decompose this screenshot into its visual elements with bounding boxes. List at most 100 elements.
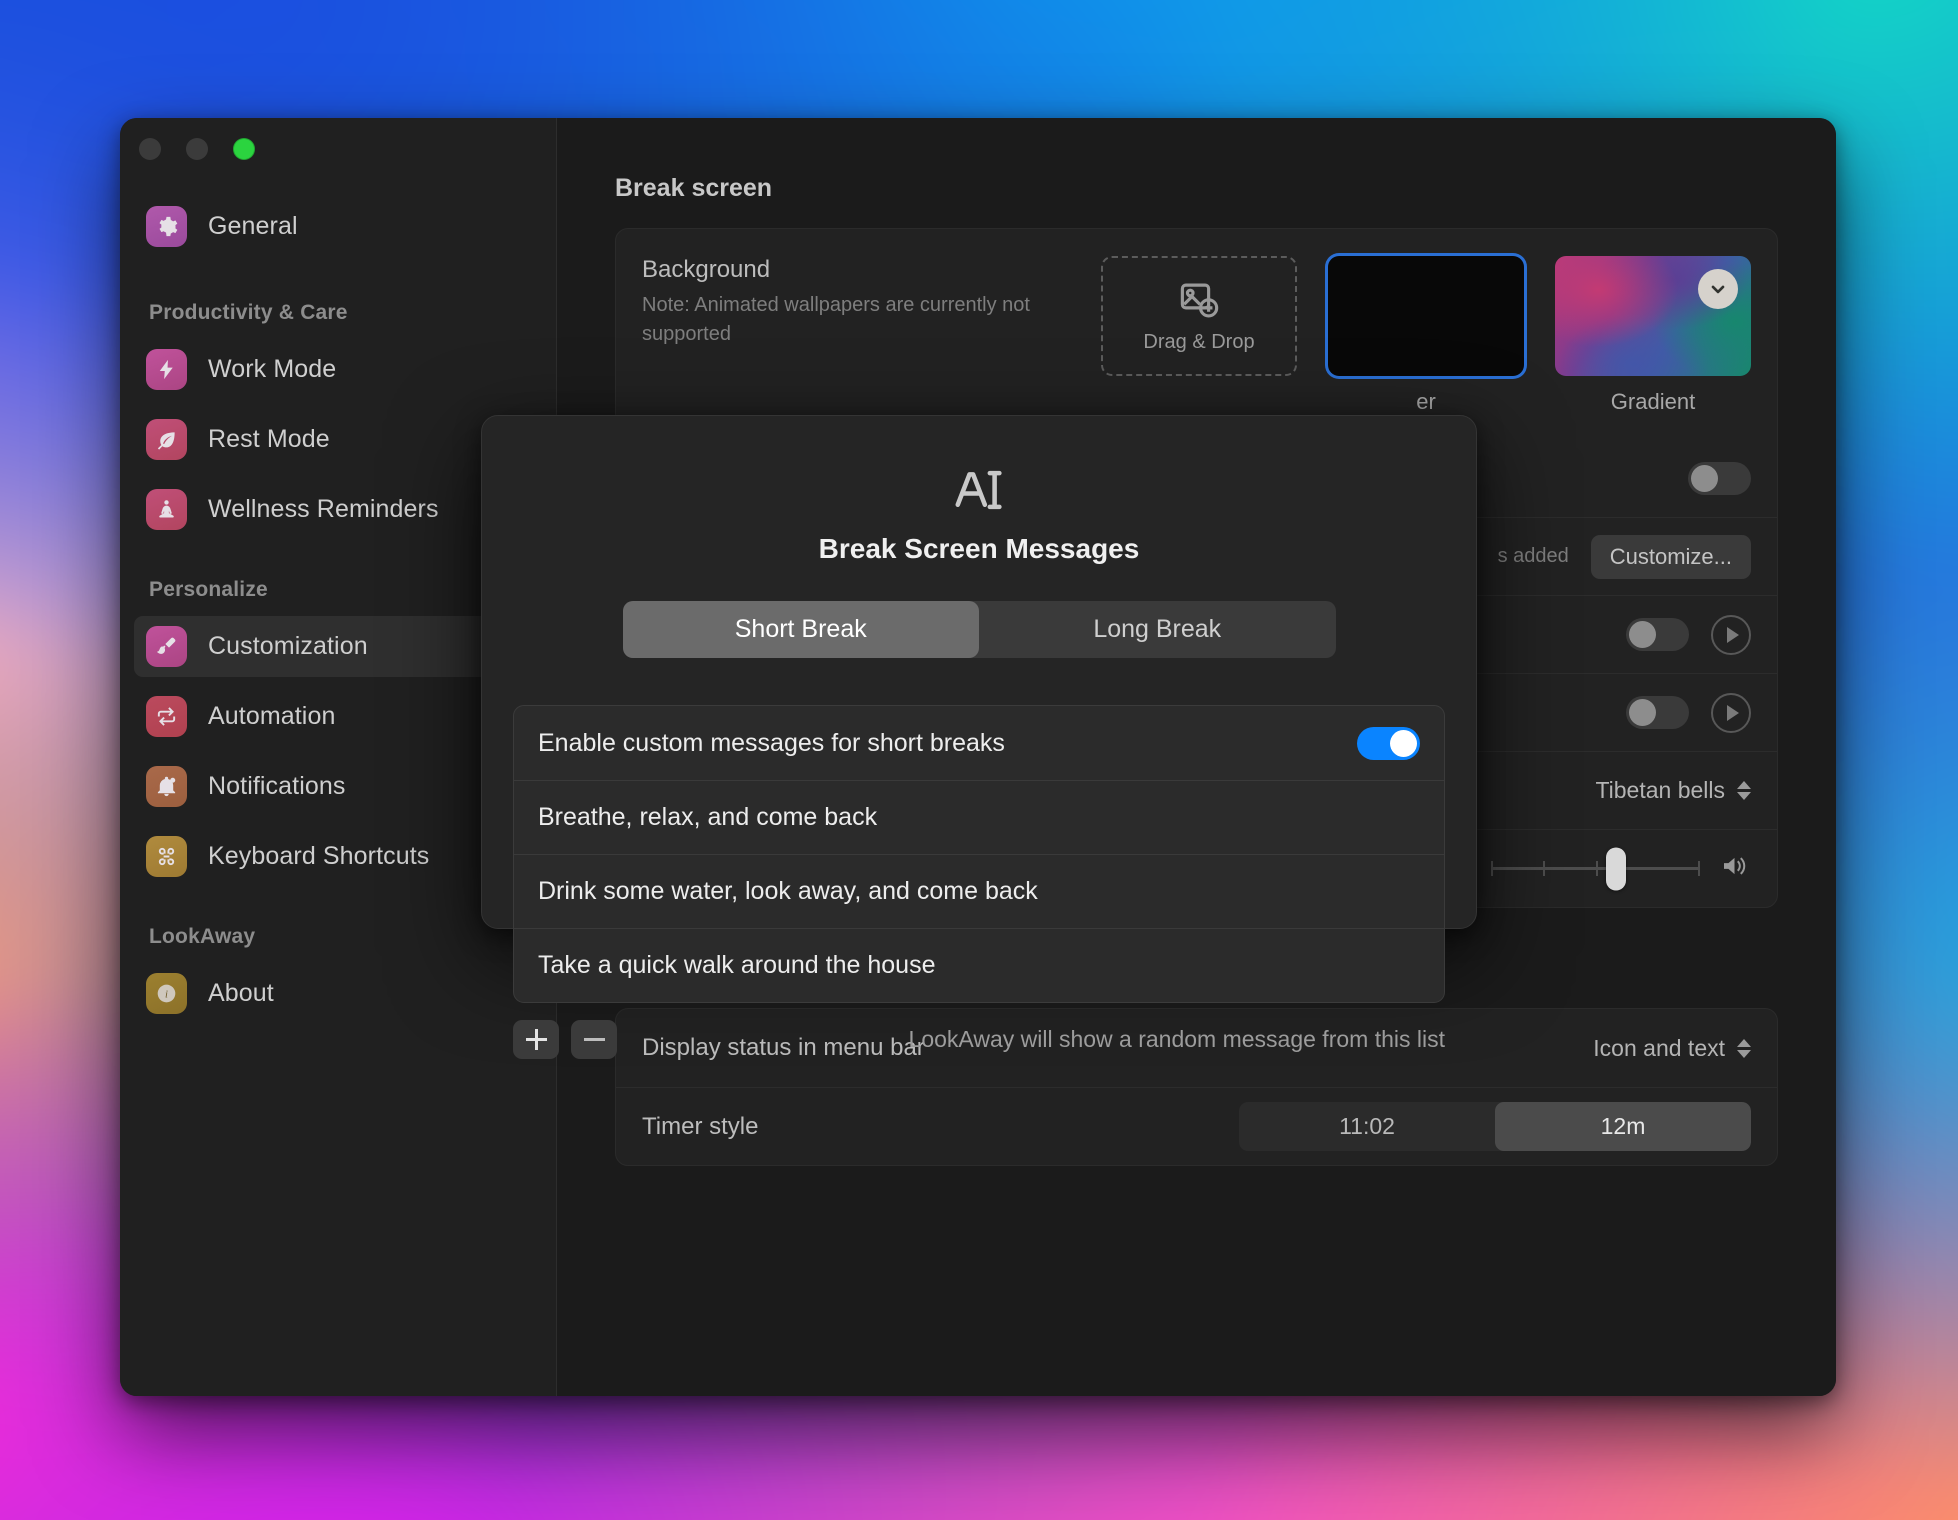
tab-long-break[interactable]: Long Break (979, 601, 1336, 658)
message-text: Drink some water, look away, and come ba… (538, 877, 1038, 905)
gradient-dropdown-button[interactable] (1698, 269, 1738, 309)
solid-thumbnail-label: er (1416, 389, 1436, 414)
timer-style-segmented-control: 11:02 12m (1239, 1102, 1751, 1151)
sound-toggle-2[interactable] (1626, 696, 1689, 729)
slider-track (1491, 847, 1700, 890)
command-icon (146, 836, 187, 877)
leaf-icon (146, 419, 187, 460)
sound-select[interactable]: Tibetan bells (1595, 777, 1751, 804)
customize-status-text: s added (1497, 545, 1569, 567)
timer-style-option-minutes[interactable]: 12m (1495, 1102, 1751, 1151)
remove-message-button[interactable] (571, 1020, 617, 1059)
sidebar-item-label: Work Mode (208, 355, 337, 383)
messages-list-card: Enable custom messages for short breaks … (513, 705, 1445, 1003)
background-label-group: Background Note: Animated wallpapers are… (642, 256, 1079, 349)
chevron-up-down-icon (1737, 1038, 1751, 1058)
sound-select-value: Tibetan bells (1595, 777, 1725, 803)
paintbrush-icon (146, 626, 187, 667)
list-item[interactable]: Take a quick walk around the house (514, 928, 1444, 1002)
timer-style-label: Timer style (642, 1112, 759, 1140)
gradient-thumbnail-label: Gradient (1610, 389, 1696, 414)
messages-hint: LookAway will show a random message from… (908, 1026, 1445, 1052)
customize-button[interactable]: Customize... (1590, 534, 1751, 579)
slider-tick (1697, 861, 1700, 876)
thumbnail-dropzone[interactable]: Drag & Drop (1101, 256, 1297, 376)
message-text: Breathe, relax, and come back (538, 803, 878, 831)
sidebar-item-label: Automation (208, 702, 336, 730)
solid-thumbnail[interactable] (1328, 256, 1524, 376)
svg-text:i: i (165, 990, 168, 1001)
sidebar-item-about[interactable]: i About (134, 963, 542, 1024)
sound-toggle-1[interactable] (1626, 618, 1689, 651)
sidebar-item-label: General (208, 212, 298, 240)
sidebar-item-general[interactable]: General (134, 196, 542, 257)
enable-custom-messages-row: Enable custom messages for short breaks (514, 706, 1444, 780)
sidebar-item-label: Wellness Reminders (208, 495, 439, 523)
plus-icon (525, 1029, 547, 1050)
play-icon[interactable] (1711, 692, 1751, 733)
figure-mind-body-icon (146, 489, 187, 530)
play-triangle (1727, 626, 1739, 643)
gear-icon (146, 206, 187, 247)
toggle-knob (1390, 729, 1417, 757)
display-status-select[interactable]: Icon and text (1593, 1035, 1751, 1062)
gradient-thumbnail[interactable] (1555, 256, 1751, 376)
maximize-window-button[interactable] (233, 138, 255, 160)
break-screen-messages-dialog: Break Screen Messages Short Break Long B… (481, 415, 1477, 1059)
enable-custom-messages-label: Enable custom messages for short breaks (538, 728, 1005, 757)
timer-style-row: Timer style 11:02 12m (616, 1087, 1777, 1165)
break-screen-option-toggle[interactable] (1688, 461, 1751, 495)
bell-icon (146, 766, 187, 807)
window-traffic-lights (139, 138, 255, 160)
modal-title: Break Screen Messages (818, 533, 1140, 564)
break-type-segmented-control: Short Break Long Break (622, 601, 1336, 658)
list-item[interactable]: Drink some water, look away, and come ba… (514, 854, 1444, 928)
photo-add-icon (1180, 283, 1219, 317)
info-icon: i (146, 973, 187, 1014)
character-cursor-ibeam-icon (955, 470, 1002, 510)
messages-footer: LookAway will show a random message from… (482, 1003, 1476, 1059)
minimize-window-button[interactable] (186, 138, 208, 160)
slider-knob[interactable] (1606, 847, 1627, 890)
repeat-icon (146, 696, 187, 737)
drag-drop-zone[interactable]: Drag & Drop (1101, 256, 1297, 376)
background-note: Note: Animated wallpapers are currently … (642, 294, 1030, 345)
slider-tick (1543, 861, 1546, 876)
sidebar-item-label: Notifications (208, 772, 346, 800)
sidebar-item-label: About (208, 979, 274, 1007)
drag-drop-label: Drag & Drop (1143, 330, 1255, 353)
sidebar-item-work-mode[interactable]: Work Mode (134, 339, 542, 400)
sidebar-heading-productivity: Productivity & Care (149, 301, 348, 324)
break-screen-section-title: Break screen (615, 174, 773, 202)
chevron-up-down-icon (1737, 781, 1751, 800)
toggle-knob (1691, 464, 1718, 492)
modal-header-icon-wrap (482, 416, 1476, 521)
enable-custom-messages-toggle[interactable] (1357, 726, 1420, 760)
tab-short-break[interactable]: Short Break (622, 601, 979, 658)
slider-tick (1491, 861, 1493, 876)
display-status-value: Icon and text (1593, 1034, 1725, 1061)
toggle-knob (1629, 699, 1656, 726)
sidebar-item-label: Customization (208, 632, 368, 660)
close-window-button[interactable] (139, 138, 161, 160)
chevron-down-icon (1711, 285, 1725, 294)
speaker-wave-icon (1718, 852, 1751, 885)
volume-slider[interactable] (1491, 847, 1751, 890)
play-icon[interactable] (1711, 614, 1751, 655)
sidebar-item-label: Rest Mode (208, 425, 330, 453)
thumbnail-solid[interactable]: er (1328, 256, 1524, 415)
timer-style-option-clock[interactable]: 11:02 (1239, 1102, 1495, 1151)
minus-icon (583, 1038, 605, 1041)
list-item[interactable]: Breathe, relax, and come back (514, 780, 1444, 854)
play-triangle (1727, 704, 1739, 721)
bolt-icon (146, 349, 187, 390)
toggle-knob (1629, 621, 1656, 648)
slider-tick (1595, 861, 1598, 876)
background-label: Background (642, 256, 771, 283)
sidebar-item-label: Keyboard Shortcuts (208, 842, 430, 870)
modal-tabs: Short Break Long Break (482, 601, 1476, 658)
add-message-button[interactable] (513, 1020, 559, 1059)
background-thumbnails: Drag & Drop er Gradient (1101, 256, 1751, 415)
message-text: Take a quick walk around the house (538, 951, 936, 979)
thumbnail-gradient[interactable]: Gradient (1555, 256, 1751, 415)
